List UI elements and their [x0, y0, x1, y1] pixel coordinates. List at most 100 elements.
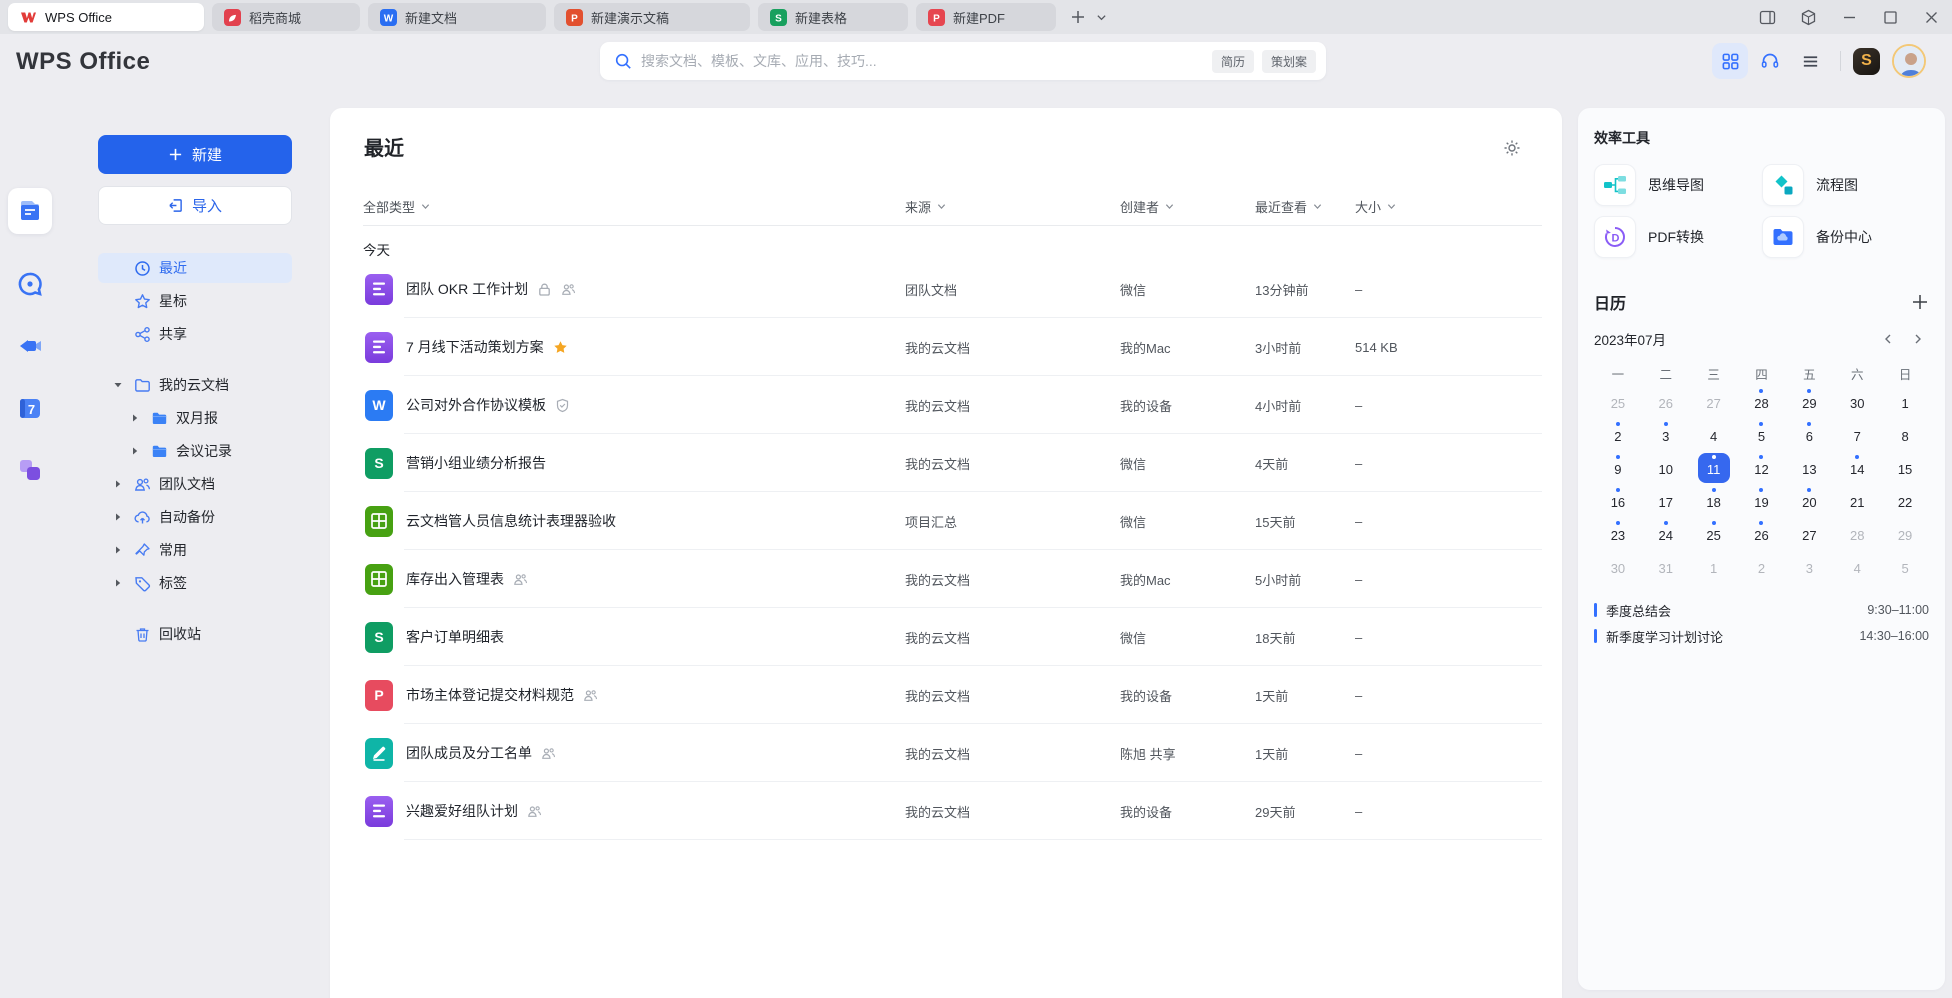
tab-document-4[interactable]: S新建表格 — [758, 3, 908, 31]
calendar-day[interactable]: 3 — [1785, 552, 1833, 585]
menu-icon[interactable] — [1792, 43, 1828, 79]
import-button[interactable]: 导入 — [98, 186, 292, 225]
new-tab-button[interactable] — [1070, 9, 1086, 25]
sidepanel-icon[interactable] — [1759, 9, 1776, 26]
calendar-add-icon[interactable] — [1911, 293, 1929, 311]
calendar-day[interactable]: 19 — [1738, 486, 1786, 519]
filter-3[interactable]: 最近查看 — [1255, 197, 1355, 216]
calendar-day[interactable]: 6 — [1785, 420, 1833, 453]
file-row[interactable]: P市场主体登记提交材料规范我的云文档我的设备1天前– — [363, 666, 1542, 724]
tab-document-2[interactable]: W新建文档 — [368, 3, 546, 31]
calendar-day[interactable]: 25 — [1594, 387, 1642, 420]
calendar-day[interactable]: 2 — [1738, 552, 1786, 585]
file-row[interactable]: S客户订单明细表我的云文档微信18天前– — [363, 608, 1542, 666]
caret-right-icon[interactable] — [127, 446, 143, 456]
maximize-icon[interactable] — [1882, 9, 1899, 26]
calendar-day[interactable]: 7 — [1833, 420, 1881, 453]
file-row[interactable]: 库存出入管理表我的云文档我的Mac5小时前– — [363, 550, 1542, 608]
calendar-day[interactable]: 4 — [1833, 552, 1881, 585]
calendar-day[interactable]: 25 — [1690, 519, 1738, 552]
tool-1[interactable]: 流程图 — [1762, 162, 1929, 208]
list-settings-gear-icon[interactable] — [1502, 138, 1522, 158]
calendar-day[interactable]: 15 — [1881, 453, 1929, 486]
sidebar-item-8[interactable]: 常用 — [98, 535, 292, 565]
calendar-day[interactable]: 14 — [1833, 453, 1881, 486]
calendar-day[interactable]: 27 — [1690, 387, 1738, 420]
calendar-day[interactable]: 30 — [1594, 552, 1642, 585]
calendar-day[interactable]: 3 — [1642, 420, 1690, 453]
calendar-day[interactable]: 26 — [1642, 387, 1690, 420]
calendar-day[interactable]: 17 — [1642, 486, 1690, 519]
calendar-day[interactable]: 12 — [1738, 453, 1786, 486]
sidebar-item-7[interactable]: 自动备份 — [98, 502, 292, 532]
tab-document-1[interactable]: 稻壳商城 — [212, 3, 360, 31]
filter-4[interactable]: 大小 — [1355, 197, 1542, 216]
search-tag-1[interactable]: 策划案 — [1262, 50, 1316, 73]
sidebar-item-0[interactable]: 最近 — [98, 253, 292, 283]
calendar-day[interactable]: 13 — [1785, 453, 1833, 486]
calendar-event[interactable]: 季度总结会9:30–11:00 — [1594, 597, 1929, 623]
file-row[interactable]: 兴趣爱好组队计划我的云文档我的设备29天前– — [363, 782, 1542, 840]
caret-right-icon[interactable] — [110, 545, 126, 555]
caret-right-icon[interactable] — [110, 479, 126, 489]
file-row[interactable]: S营销小组业绩分析报告我的云文档微信4天前– — [363, 434, 1542, 492]
sidebar-item-9[interactable]: 标签 — [98, 568, 292, 598]
support-headset-icon[interactable] — [1752, 43, 1788, 79]
sidebar-item-6[interactable]: 团队文档 — [98, 469, 292, 499]
rail-chat[interactable] — [10, 264, 50, 304]
calendar-day[interactable]: 31 — [1642, 552, 1690, 585]
calendar-day[interactable]: 27 — [1785, 519, 1833, 552]
tab-home[interactable]: WPS Office — [8, 3, 204, 31]
rail-apps[interactable] — [10, 450, 50, 490]
tab-document-5[interactable]: P新建PDF — [916, 3, 1056, 31]
avatar[interactable] — [1892, 44, 1926, 78]
calendar-day[interactable]: 30 — [1833, 387, 1881, 420]
file-row[interactable]: 云文档管人员信息统计表理器验收项目汇总微信15天前– — [363, 492, 1542, 550]
calendar-day[interactable]: 5 — [1738, 420, 1786, 453]
minimize-icon[interactable] — [1841, 9, 1858, 26]
close-icon[interactable] — [1923, 9, 1940, 26]
file-row[interactable]: 团队成员及分工名单我的云文档陈旭 共享1天前– — [363, 724, 1542, 782]
calendar-day[interactable]: 26 — [1738, 519, 1786, 552]
calendar-day[interactable]: 1 — [1690, 552, 1738, 585]
calendar-next-icon[interactable] — [1907, 328, 1929, 350]
calendar-event[interactable]: 新季度学习计划讨论14:30–16:00 — [1594, 623, 1929, 649]
calendar-day[interactable]: 18 — [1690, 486, 1738, 519]
file-row[interactable]: 7 月线下活动策划方案我的云文档我的Mac3小时前514 KB — [363, 318, 1542, 376]
calendar-day-selected[interactable]: 11 — [1690, 453, 1738, 486]
calendar-day[interactable]: 10 — [1642, 453, 1690, 486]
caret-right-icon[interactable] — [127, 413, 143, 423]
tool-0[interactable]: 思维导图 — [1594, 162, 1762, 208]
tool-3[interactable]: 备份中心 — [1762, 214, 1929, 260]
calendar-day[interactable]: 28 — [1738, 387, 1786, 420]
caret-down-icon[interactable] — [110, 380, 126, 390]
search-input[interactable]: 搜索文档、模板、文库、应用、技巧... — [641, 51, 1204, 71]
rail-calendar[interactable]: 7 — [10, 388, 50, 428]
calendar-day[interactable]: 22 — [1881, 486, 1929, 519]
calendar-day[interactable]: 24 — [1642, 519, 1690, 552]
sidebar-item-5[interactable]: 会议记录 — [98, 436, 292, 466]
sidebar-item-3[interactable]: 我的云文档 — [98, 370, 292, 400]
calendar-day[interactable]: 28 — [1833, 519, 1881, 552]
calendar-day[interactable]: 5 — [1881, 552, 1929, 585]
sidebar-item-2[interactable]: 共享 — [98, 319, 292, 349]
filter-2[interactable]: 创建者 — [1120, 197, 1255, 216]
search-tag-0[interactable]: 简历 — [1212, 50, 1254, 73]
filter-1[interactable]: 来源 — [905, 197, 1120, 216]
member-badge[interactable]: S — [1853, 48, 1880, 75]
calendar-day[interactable]: 4 — [1690, 420, 1738, 453]
calendar-day[interactable]: 29 — [1785, 387, 1833, 420]
tab-document-3[interactable]: P新建演示文稿 — [554, 3, 750, 31]
calendar-day[interactable]: 23 — [1594, 519, 1642, 552]
file-row[interactable]: W公司对外合作协议模板我的云文档我的设备4小时前– — [363, 376, 1542, 434]
calendar-day[interactable]: 1 — [1881, 387, 1929, 420]
sidebar-item-10[interactable]: 回收站 — [98, 619, 292, 649]
tool-2[interactable]: DPDF转换 — [1594, 214, 1762, 260]
file-row[interactable]: 团队 OKR 工作计划团队文档微信13分钟前– — [363, 260, 1542, 318]
sidebar-item-1[interactable]: 星标 — [98, 286, 292, 316]
calendar-day[interactable]: 29 — [1881, 519, 1929, 552]
rail-docs[interactable] — [8, 188, 52, 234]
rail-meeting[interactable] — [10, 326, 50, 366]
calendar-prev-icon[interactable] — [1877, 328, 1899, 350]
apps-grid-icon[interactable] — [1712, 43, 1748, 79]
